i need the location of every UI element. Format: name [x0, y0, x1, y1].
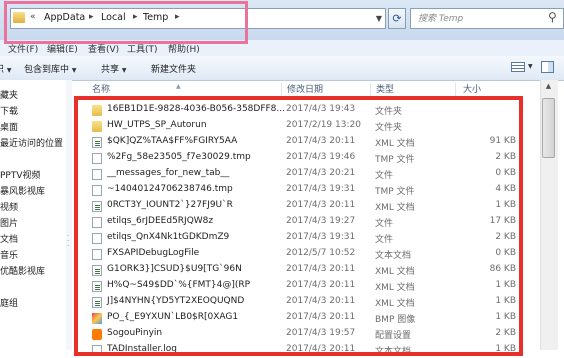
sidebar-item[interactable]: 庭组 — [0, 296, 18, 309]
view-options-icon[interactable] — [511, 62, 525, 72]
search-icon[interactable]: ⚲ — [548, 10, 557, 24]
scrollbar-thumb[interactable] — [542, 98, 555, 158]
sidebar-item[interactable]: 桌面 — [0, 120, 18, 133]
column-divider[interactable] — [281, 83, 282, 97]
address-dropdown-icon[interactable]: ▼ — [373, 10, 385, 27]
pane-splitter[interactable] — [66, 80, 72, 350]
organize-button[interactable]: 组织 ▼ — [0, 62, 12, 75]
include-library-label: 包含到库中 — [24, 65, 70, 75]
sidebar-item[interactable]: 暴风影视库 — [0, 184, 45, 197]
sidebar-item[interactable]: 最近访问的位置 — [0, 136, 63, 149]
refresh-button[interactable]: ⟳ — [388, 8, 406, 29]
toolbar — [0, 56, 564, 81]
share-button[interactable]: 共享 ▼ — [101, 62, 127, 75]
chevron-down-icon[interactable]: ▼ — [528, 63, 533, 70]
sidebar-item[interactable]: 下载 — [0, 104, 18, 117]
organize-label: 组织 — [0, 65, 4, 75]
sidebar-item[interactable]: 视频 — [0, 200, 18, 213]
search-placeholder: 搜索 Temp — [418, 14, 464, 24]
column-divider[interactable] — [455, 83, 456, 97]
chevron-down-icon: ▼ — [71, 67, 77, 74]
include-library-button[interactable]: 包含到库中 ▼ — [24, 62, 77, 75]
sidebar-item[interactable]: 藏夹 — [0, 88, 18, 101]
chevron-down-icon: ▼ — [121, 67, 127, 74]
preview-pane-icon[interactable] — [541, 61, 554, 73]
sidebar-item[interactable]: 文档 — [0, 232, 18, 245]
new-folder-button[interactable]: 新建文件夹 — [151, 62, 196, 75]
scroll-up-icon[interactable]: ▲ — [541, 82, 556, 96]
sidebar-item[interactable]: 优酷影视库 — [0, 264, 45, 277]
file-list-highlight-box — [74, 96, 523, 356]
chevron-down-icon: ▼ — [6, 67, 12, 74]
column-divider[interactable] — [370, 83, 371, 97]
sidebar-item[interactable]: 音乐 — [0, 248, 18, 261]
share-label: 共享 — [101, 65, 120, 75]
splitter-grip-icon[interactable]: · · · — [67, 233, 69, 250]
address-highlight-box — [4, 1, 248, 44]
sidebar-item[interactable]: PPTV视频 — [0, 168, 41, 181]
sort-up-icon: ▲ — [176, 83, 181, 90]
sidebar-item[interactable]: 图片 — [0, 216, 18, 229]
